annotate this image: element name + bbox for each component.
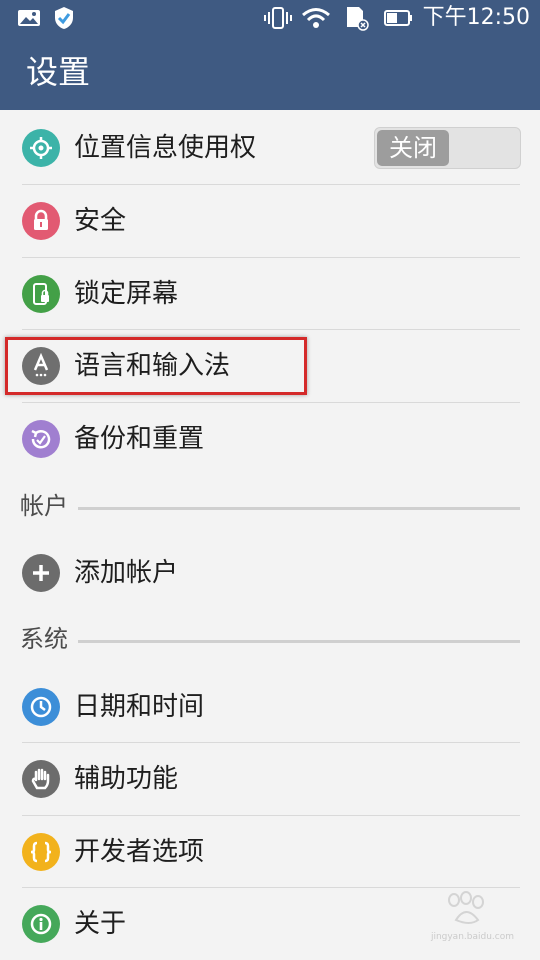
section-divider	[78, 640, 520, 643]
settings-item-label: 日期和时间	[74, 692, 205, 722]
vibrate-icon	[262, 5, 294, 31]
section-header-system: 系统	[0, 619, 540, 659]
settings-item-accessibility[interactable]: 辅助功能	[0, 743, 540, 815]
settings-item-label: 辅助功能	[74, 764, 179, 794]
lock-icon	[22, 202, 60, 240]
shield-icon	[52, 5, 76, 31]
info-icon	[22, 905, 60, 943]
backup-restore-icon	[22, 420, 60, 458]
status-bar: 下午12:50	[0, 0, 540, 36]
section-title: 帐户	[20, 492, 68, 520]
settings-item-label: 添加帐户	[74, 558, 179, 588]
section-title: 系统	[20, 625, 68, 653]
status-time: 下午12:50	[422, 5, 530, 30]
toggle-state-label: 关闭	[377, 130, 449, 166]
settings-item-label: 语言和输入法	[74, 351, 231, 381]
settings-item-label: 备份和重置	[74, 424, 205, 454]
section-header-accounts: 帐户	[0, 486, 540, 526]
settings-item-label: 安全	[74, 206, 127, 236]
settings-item-developer-options[interactable]: 开发者选项	[0, 816, 540, 888]
settings-item-label: 关于	[74, 909, 127, 939]
settings-item-language[interactable]: 语言和输入法	[0, 330, 540, 402]
clock-icon	[22, 688, 60, 726]
language-a-icon	[22, 347, 60, 385]
settings-item-add-account[interactable]: 添加帐户	[0, 537, 540, 609]
hand-icon	[22, 760, 60, 798]
watermark-url: jingyan.baidu.com	[430, 932, 514, 942]
settings-item-security[interactable]: 安全	[0, 185, 540, 257]
phone-lock-icon	[22, 275, 60, 313]
settings-item-backup[interactable]: 备份和重置	[0, 403, 540, 475]
settings-item-date-time[interactable]: 日期和时间	[0, 671, 540, 743]
page-title: 设置	[26, 53, 91, 91]
location-target-icon	[22, 129, 60, 167]
wifi-icon	[300, 5, 332, 31]
settings-item-lock-screen[interactable]: 锁定屏幕	[0, 258, 540, 330]
plus-icon	[22, 554, 60, 592]
battery-icon	[382, 5, 414, 31]
section-divider	[78, 507, 520, 510]
location-toggle[interactable]: 关闭	[374, 127, 521, 169]
braces-icon	[22, 833, 60, 871]
gallery-icon	[16, 5, 42, 31]
app-bar: 设置	[0, 36, 540, 110]
paw-logo-icon	[448, 891, 484, 924]
settings-item-label: 开发者选项	[74, 837, 205, 867]
settings-item-label: 锁定屏幕	[74, 279, 179, 309]
baidu-watermark: jingyan.baidu.com	[414, 886, 514, 946]
settings-item-label: 位置信息使用权	[74, 133, 257, 163]
sd-card-icon	[342, 5, 370, 31]
